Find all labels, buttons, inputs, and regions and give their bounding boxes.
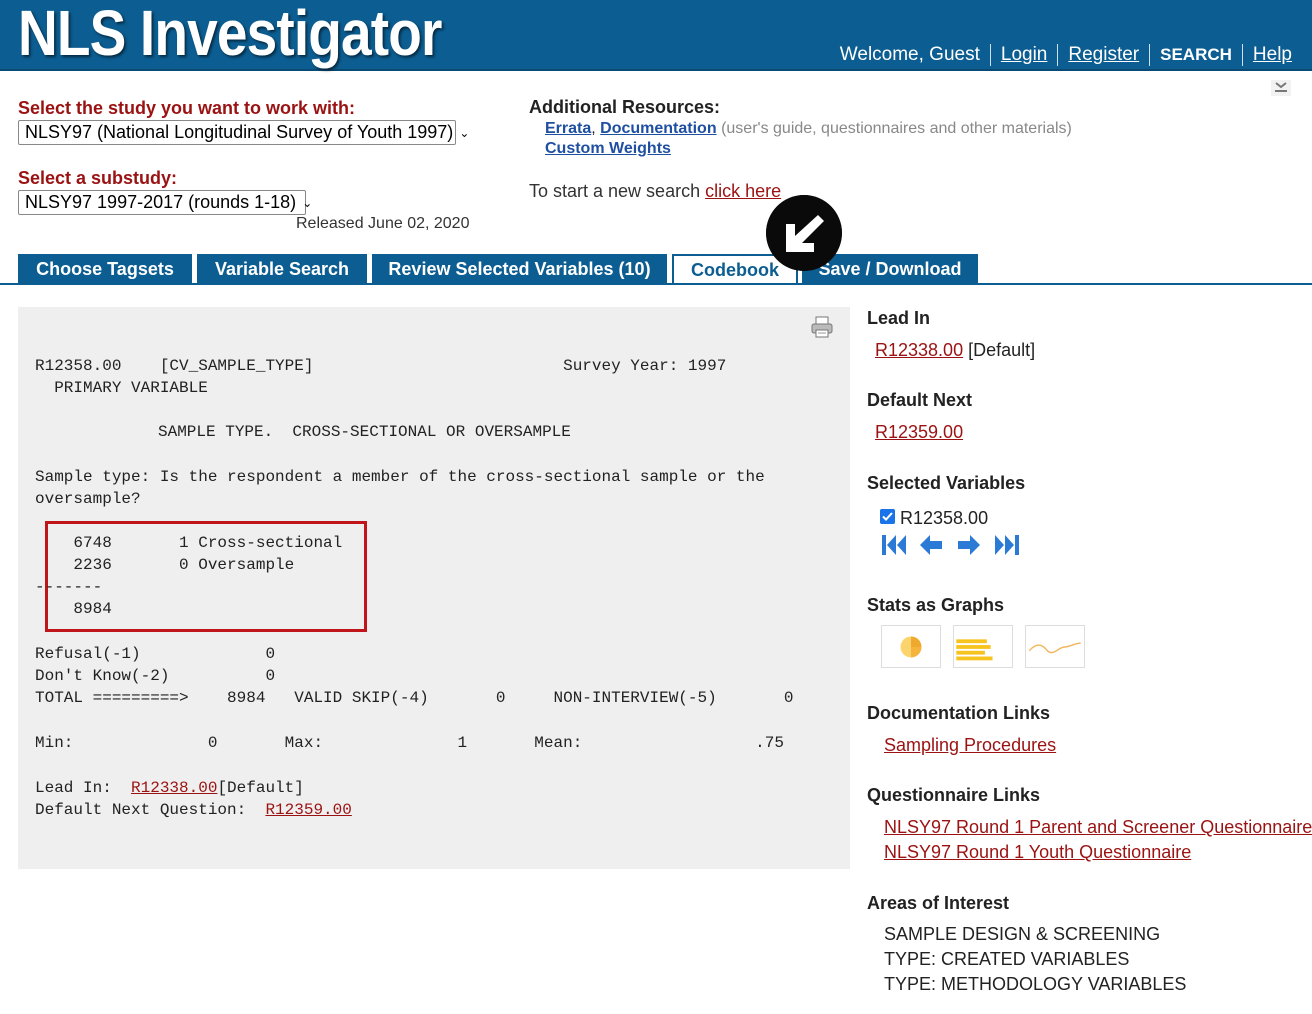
area-item: TYPE: METHODOLOGY VARIABLES bbox=[884, 974, 1187, 994]
arrow-badge-icon bbox=[766, 195, 842, 271]
login-link[interactable]: Login bbox=[991, 44, 1058, 66]
top-nav: Welcome, Guest Login Register SEARCH Hel… bbox=[830, 44, 1302, 66]
errata-link[interactable]: Errata bbox=[545, 120, 591, 137]
last-icon[interactable] bbox=[993, 532, 1021, 558]
new-search-link[interactable]: click here bbox=[705, 181, 781, 201]
question-text-line-1: Sample type: Is the respondent a member … bbox=[35, 468, 765, 486]
documentation-link[interactable]: Documentation bbox=[600, 120, 716, 137]
resources-title: Additional Resources: bbox=[529, 97, 721, 117]
question-text-line-2: oversample? bbox=[35, 490, 141, 508]
total-row: TOTAL =========> 8984 VALID SKIP(-4) 0 N… bbox=[35, 689, 794, 707]
sidebar-default-next-link[interactable]: R12359.00 bbox=[875, 422, 963, 443]
documentation-note: (user's guide, questionnaires and other … bbox=[721, 120, 1072, 137]
lead-in-link[interactable]: R12338.00 bbox=[131, 779, 217, 797]
chevron-down-icon: ⌄ bbox=[302, 195, 313, 210]
release-date: Released June 02, 2020 bbox=[296, 215, 470, 232]
chevron-down-icon: ⌄ bbox=[459, 125, 470, 140]
codebook-panel: R12358.00 [CV_SAMPLE_TYPE] Survey Year: … bbox=[18, 307, 850, 869]
lead-in-label: Lead In: bbox=[35, 779, 132, 797]
collapse-icon[interactable] bbox=[1271, 80, 1291, 96]
study-select-value: NLSY97 (National Longitudinal Survey of … bbox=[25, 122, 454, 142]
areas-of-interest-heading: Areas of Interest bbox=[867, 893, 1010, 913]
study-label: Select the study you want to work with: bbox=[18, 98, 356, 118]
print-icon[interactable] bbox=[811, 316, 833, 338]
new-search-text: To start a new search bbox=[529, 181, 701, 201]
lead-in-suffix: [Default] bbox=[217, 779, 304, 797]
dont-know-row: Don't Know(-2) 0 bbox=[35, 667, 276, 685]
primary-variable-line: PRIMARY VARIABLE bbox=[35, 379, 208, 397]
tab-review-selected-variables[interactable]: Review Selected Variables (10) bbox=[372, 254, 667, 284]
stats-row: Min: 0 Max: 1 Mean: .75 bbox=[35, 734, 784, 752]
search-link[interactable]: SEARCH bbox=[1150, 45, 1242, 65]
resources-links: Errata, Documentation (user's guide, que… bbox=[545, 120, 1072, 138]
lead-in-heading: Lead In bbox=[867, 308, 931, 328]
help-link[interactable]: Help bbox=[1243, 44, 1302, 66]
questionnaire-links-heading: Questionnaire Links bbox=[867, 785, 1041, 805]
sampling-procedures-link[interactable]: Sampling Procedures bbox=[884, 735, 1056, 756]
bar-chart-icon[interactable] bbox=[953, 625, 1013, 668]
selected-variables-heading: Selected Variables bbox=[867, 473, 1026, 493]
first-icon[interactable] bbox=[880, 532, 908, 558]
comma-separator: , bbox=[591, 120, 596, 137]
site-header: NLS Investigator Welcome, Guest Login Re… bbox=[0, 0, 1312, 71]
study-select[interactable]: NLSY97 (National Longitudinal Survey of … bbox=[18, 120, 469, 145]
lead-in-row: Lead In: R12338.00[Default] bbox=[35, 777, 304, 799]
questionnaire-link-youth[interactable]: NLSY97 Round 1 Youth Questionnaire bbox=[884, 842, 1191, 863]
variable-checkbox[interactable] bbox=[880, 509, 895, 524]
tabs-divider bbox=[0, 283, 1312, 285]
variable-title: SAMPLE TYPE. CROSS-SECTIONAL OR OVERSAMP… bbox=[158, 423, 571, 441]
default-next-label: Default Next Question: bbox=[35, 801, 266, 819]
stats-graphs-heading: Stats as Graphs bbox=[867, 595, 1005, 615]
frequency-total: 8984 bbox=[35, 600, 112, 618]
sidebar-lead-in-suffix: [Default] bbox=[968, 340, 1036, 360]
frequency-separator: ------- bbox=[35, 578, 103, 596]
new-search-row: To start a new search click here bbox=[529, 181, 781, 202]
line-chart-icon[interactable] bbox=[1025, 625, 1085, 668]
area-item: SAMPLE DESIGN & SCREENING bbox=[884, 924, 1161, 944]
substudy-select[interactable]: NLSY97 1997-2017 (rounds 1-18) ⌄ bbox=[18, 190, 312, 215]
pie-chart-icon[interactable] bbox=[881, 625, 941, 668]
register-link[interactable]: Register bbox=[1058, 44, 1149, 66]
variable-header-line: R12358.00 [CV_SAMPLE_TYPE] Survey Year: … bbox=[35, 357, 727, 375]
site-logo[interactable]: NLS Investigator bbox=[18, 0, 442, 70]
frequency-row: 2236 0 Oversample bbox=[35, 556, 295, 574]
frequency-row: 6748 1 Cross-sectional bbox=[35, 534, 343, 552]
selected-variable-label: R12358.00 bbox=[900, 508, 989, 528]
tab-choose-tagsets[interactable]: Choose Tagsets bbox=[18, 254, 192, 284]
welcome-text: Welcome, Guest bbox=[839, 44, 980, 65]
custom-weights-link[interactable]: Custom Weights bbox=[545, 140, 671, 157]
refusal-row: Refusal(-1) 0 bbox=[35, 645, 276, 663]
documentation-links-heading: Documentation Links bbox=[867, 703, 1051, 723]
sidebar-lead-in-row: R12338.00 [Default] bbox=[875, 340, 1035, 361]
default-next-link[interactable]: R12359.00 bbox=[265, 801, 351, 819]
substudy-select-value: NLSY97 1997-2017 (rounds 1-18) bbox=[25, 192, 297, 212]
sidebar-lead-in-link[interactable]: R12338.00 bbox=[875, 340, 963, 360]
prev-icon[interactable] bbox=[918, 532, 946, 558]
custom-weights-row: Custom Weights bbox=[545, 140, 671, 158]
default-next-heading: Default Next bbox=[867, 390, 973, 410]
default-next-row: Default Next Question: R12359.00 bbox=[35, 799, 352, 821]
area-item: TYPE: CREATED VARIABLES bbox=[884, 949, 1130, 969]
tab-variable-search[interactable]: Variable Search bbox=[197, 254, 367, 284]
questionnaire-link-parent-screener[interactable]: NLSY97 Round 1 Parent and Screener Quest… bbox=[884, 817, 1312, 838]
substudy-label: Select a substudy: bbox=[18, 168, 178, 188]
next-icon[interactable] bbox=[954, 532, 982, 558]
